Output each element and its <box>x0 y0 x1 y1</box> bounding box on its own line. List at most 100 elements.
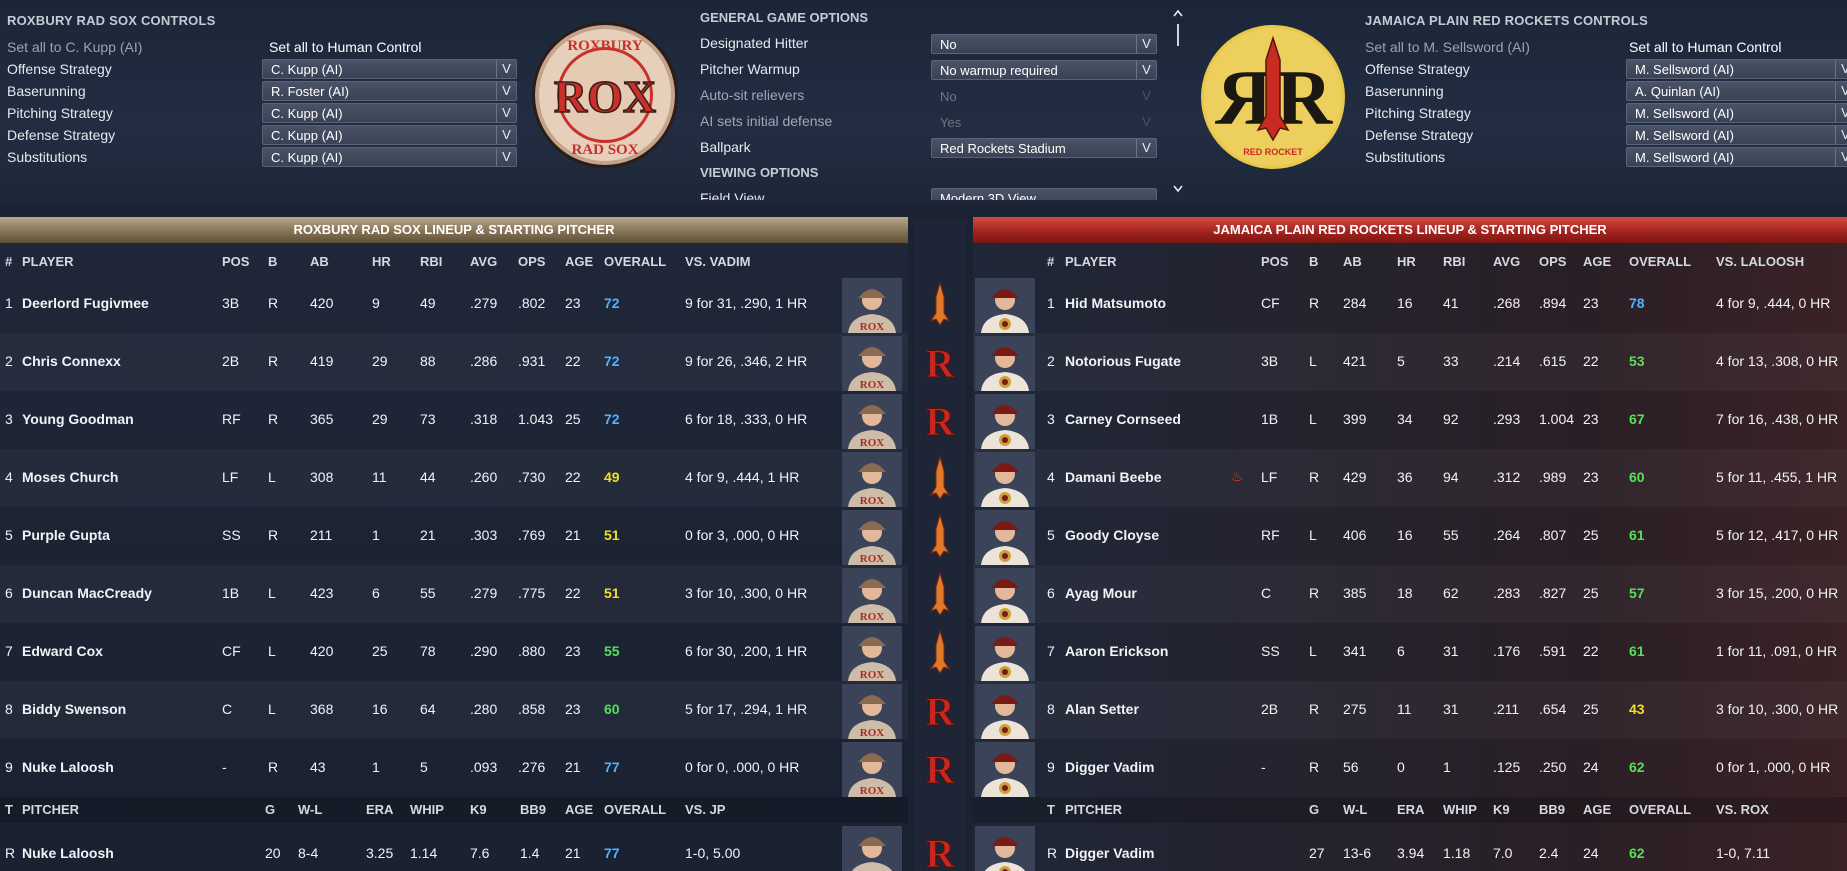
rox-col-header[interactable]: RBI <box>420 254 442 269</box>
rox-pitcher-col-header[interactable]: OVERALL <box>604 802 666 817</box>
rr-col-header[interactable]: RBI <box>1443 254 1465 269</box>
rox-pitcher-col-header[interactable]: BB9 <box>520 802 546 817</box>
table-row[interactable]: 6 Ayag Mour C R 385 18 62 .283 .827 25 57 3 for 15,… <box>973 565 1847 623</box>
rr-pitcher-col-header[interactable]: T <box>1047 802 1055 817</box>
rox-col-header[interactable]: AVG <box>470 254 497 269</box>
rr-player-name[interactable]: Ayag Mour <box>1065 585 1137 601</box>
rox-player-name[interactable]: Young Goodman <box>22 411 134 427</box>
rr-set-all-human-button[interactable]: Set all to Human Control <box>1629 39 1782 55</box>
options-scrollbar[interactable] <box>1171 6 1185 196</box>
rox-col-header[interactable]: AB <box>310 254 329 269</box>
rox-player-name[interactable]: Purple Gupta <box>22 527 110 543</box>
table-row[interactable]: 4 Moses Church LF L 308 11 44 .260 .730 22 49 4 for… <box>0 449 908 507</box>
rr-col-header[interactable]: VS. LALOOSH <box>1716 254 1804 269</box>
rox-pitcher-col-header[interactable]: VS. JP <box>685 802 725 817</box>
rox-col-header[interactable]: AGE <box>565 254 593 269</box>
rox-set-all-human-button[interactable]: Set all to Human Control <box>269 39 422 55</box>
rr-col-header[interactable]: OPS <box>1539 254 1566 269</box>
rox-pitcher-col-header[interactable]: G <box>265 802 275 817</box>
rox-col-header[interactable]: POS <box>222 254 249 269</box>
rox-col-header[interactable]: # <box>5 254 12 269</box>
table-row[interactable]: 6 Duncan MacCready 1B L 423 6 55 .279 .775 22 51 3 … <box>0 565 908 623</box>
rr-player-name[interactable]: Aaron Erickson <box>1065 643 1168 659</box>
rr-col-header[interactable]: HR <box>1397 254 1416 269</box>
rox-col-header[interactable]: VS. VADIM <box>685 254 751 269</box>
table-row[interactable]: 3 Carney Cornseed 1B L 399 34 92 .293 1.004 23 67 7… <box>973 391 1847 449</box>
rr-col-header[interactable]: POS <box>1261 254 1288 269</box>
table-row[interactable]: 2 Notorious Fugate 3B L 421 5 33 .214 .615 22 53 4 … <box>973 333 1847 391</box>
rox-pitcher-name[interactable]: Nuke Laloosh <box>22 845 114 861</box>
rox-col-header[interactable]: OVERALL <box>604 254 666 269</box>
rox-pitcher-col-header[interactable]: AGE <box>565 802 593 817</box>
table-row[interactable]: 1 Hid Matsumoto CF R 284 16 41 .268 .894 23 78 4 fo… <box>973 275 1847 333</box>
table-row[interactable]: 2 Chris Connexx 2B R 419 29 88 .286 .931 22 72 9 fo… <box>0 333 908 391</box>
rox-control-dropdown[interactable]: R. Foster (AI) V <box>262 81 517 101</box>
rr-control-dropdown[interactable]: M. Sellsword (AI) V <box>1626 147 1847 167</box>
rox-col-header[interactable]: HR <box>372 254 391 269</box>
table-row[interactable]: 5 Goody Cloyse RF L 406 16 55 .264 .807 25 61 5 for… <box>973 507 1847 565</box>
rr-pitcher-col-header[interactable]: AGE <box>1583 802 1611 817</box>
game-option-dropdown[interactable]: Red Rockets Stadium V <box>931 138 1157 158</box>
table-row[interactable]: 8 Alan Setter 2B R 275 11 31 .211 .654 25 43 3 for … <box>973 681 1847 739</box>
rox-pitcher-col-header[interactable]: ERA <box>366 802 393 817</box>
rr-player-name[interactable]: Damani Beebe <box>1065 469 1161 485</box>
rox-col-header[interactable]: PLAYER <box>22 254 74 269</box>
rox-player-name[interactable]: Deerlord Fugivmee <box>22 295 149 311</box>
rr-player-name[interactable]: Alan Setter <box>1065 701 1139 717</box>
rr-pitcher-col-header[interactable]: BB9 <box>1539 802 1565 817</box>
rox-pitcher-col-header[interactable]: T <box>5 802 13 817</box>
rox-pitcher-row[interactable]: R Nuke Laloosh 20 8-4 3.25 1.14 7.6 1.4 21 77 1-0,… <box>0 823 908 871</box>
rr-pitcher-col-header[interactable]: G <box>1309 802 1319 817</box>
rr-player-name[interactable]: Digger Vadim <box>1065 759 1154 775</box>
game-option-dropdown[interactable]: No V <box>931 34 1157 54</box>
rr-player-name[interactable]: Notorious Fugate <box>1065 353 1181 369</box>
rr-control-dropdown[interactable]: M. Sellsword (AI) V <box>1626 59 1847 79</box>
rox-player-name[interactable]: Nuke Laloosh <box>22 759 114 775</box>
rr-player-name[interactable]: Goody Cloyse <box>1065 527 1159 543</box>
rr-col-header[interactable]: AVG <box>1493 254 1520 269</box>
rr-pitcher-col-header[interactable]: K9 <box>1493 802 1510 817</box>
rox-col-header[interactable]: B <box>268 254 277 269</box>
table-row[interactable]: 1 Deerlord Fugivmee 3B R 420 9 49 .279 .802 23 72 9… <box>0 275 908 333</box>
table-row[interactable]: 9 Nuke Laloosh - R 43 1 5 .093 .276 21 77 0 for 0, … <box>0 739 908 797</box>
rr-control-dropdown[interactable]: M. Sellsword (AI) V <box>1626 103 1847 123</box>
table-row[interactable]: 8 Biddy Swenson C L 368 16 64 .280 .858 23 60 5 for… <box>0 681 908 739</box>
rox-control-dropdown[interactable]: C. Kupp (AI) V <box>262 59 517 79</box>
rox-control-dropdown[interactable]: C. Kupp (AI) V <box>262 147 517 167</box>
rr-col-header[interactable]: PLAYER <box>1065 254 1117 269</box>
rr-pitcher-name[interactable]: Digger Vadim <box>1065 845 1154 861</box>
rr-pitcher-col-header[interactable]: WHIP <box>1443 802 1477 817</box>
table-row[interactable]: 7 Edward Cox CF L 420 25 78 .290 .880 23 55 6 for 3… <box>0 623 908 681</box>
rr-pitcher-col-header[interactable]: VS. ROX <box>1716 802 1769 817</box>
rox-col-header[interactable]: OPS <box>518 254 545 269</box>
rr-pitcher-col-header[interactable]: OVERALL <box>1629 802 1691 817</box>
rr-pitcher-col-header[interactable]: ERA <box>1397 802 1424 817</box>
rr-pitcher-row[interactable]: R Digger Vadim 27 13-6 3.94 1.18 7.0 2.4 24 62 1-0… <box>973 823 1847 871</box>
rr-col-header[interactable]: AB <box>1343 254 1362 269</box>
rox-control-dropdown[interactable]: C. Kupp (AI) V <box>262 103 517 123</box>
field-view-dropdown[interactable]: Modern 3D View <box>931 188 1157 200</box>
rr-pitcher-col-header[interactable]: PITCHER <box>1065 802 1122 817</box>
rox-control-dropdown[interactable]: C. Kupp (AI) V <box>262 125 517 145</box>
rox-pitcher-col-header[interactable]: K9 <box>470 802 487 817</box>
rox-player-name[interactable]: Biddy Swenson <box>22 701 126 717</box>
rr-col-header[interactable]: B <box>1309 254 1318 269</box>
rr-control-dropdown[interactable]: A. Quinlan (AI) V <box>1626 81 1847 101</box>
rox-pitcher-col-header[interactable]: PITCHER <box>22 802 79 817</box>
rox-pitcher-col-header[interactable]: W-L <box>298 802 322 817</box>
game-option-dropdown[interactable]: No warmup required V <box>931 60 1157 80</box>
rox-player-name[interactable]: Edward Cox <box>22 643 103 659</box>
rr-control-dropdown[interactable]: M. Sellsword (AI) V <box>1626 125 1847 145</box>
rr-player-name[interactable]: Hid Matsumoto <box>1065 295 1166 311</box>
rox-player-name[interactable]: Chris Connexx <box>22 353 121 369</box>
rr-pitcher-col-header[interactable]: W-L <box>1343 802 1367 817</box>
rox-set-all-ai-button[interactable]: Set all to C. Kupp (AI) <box>7 39 142 55</box>
rr-set-all-ai-button[interactable]: Set all to M. Sellsword (AI) <box>1365 39 1530 55</box>
rr-col-header[interactable]: # <box>1047 254 1054 269</box>
rox-player-name[interactable]: Duncan MacCready <box>22 585 152 601</box>
table-row[interactable]: 9 Digger Vadim - R 56 0 1 .125 .250 24 62 0 for 1, … <box>973 739 1847 797</box>
rox-pitcher-col-header[interactable]: WHIP <box>410 802 444 817</box>
table-row[interactable]: 7 Aaron Erickson SS L 341 6 31 .176 .591 22 61 1 fo… <box>973 623 1847 681</box>
table-row[interactable]: 3 Young Goodman RF R 365 29 73 .318 1.043 25 72 6 f… <box>0 391 908 449</box>
rr-col-header[interactable]: OVERALL <box>1629 254 1691 269</box>
